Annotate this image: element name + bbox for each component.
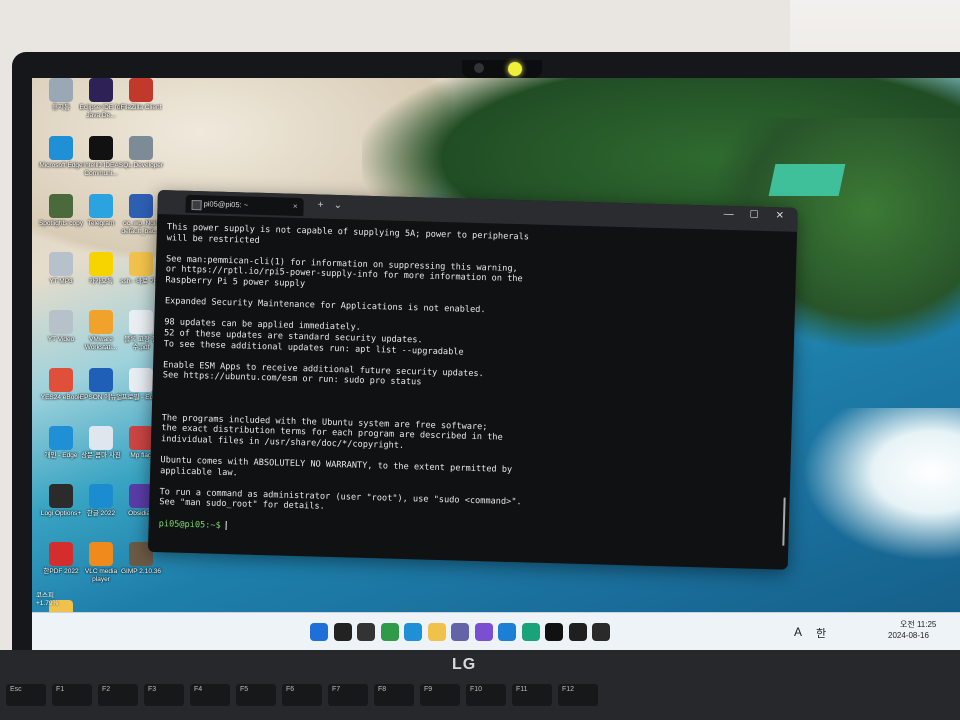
crema-icon bbox=[49, 368, 73, 392]
taskbar: A 한 오전 11:25 2024-08-16 bbox=[32, 612, 960, 653]
chatgpt-icon[interactable] bbox=[521, 623, 540, 641]
zip-icon bbox=[129, 194, 153, 218]
recycle-bin-icon bbox=[49, 78, 73, 102]
obsidian-icon[interactable] bbox=[474, 623, 493, 641]
clock-time[interactable]: 오전 11:25 bbox=[900, 619, 936, 630]
figma-icon[interactable] bbox=[568, 623, 587, 641]
stock-widget-label: 코스피 bbox=[36, 592, 54, 599]
hanpdf-icon bbox=[49, 542, 73, 566]
text-cursor bbox=[225, 520, 228, 530]
chrome-icon[interactable] bbox=[380, 623, 399, 641]
keyboard-key: F3 bbox=[144, 684, 184, 706]
gear-icon bbox=[49, 310, 73, 334]
keyboard-key: F5 bbox=[236, 684, 276, 706]
minimize-button[interactable]: — bbox=[723, 209, 733, 220]
terminal-tab[interactable]: pi05@pi05: ~ × bbox=[185, 194, 304, 217]
epson-icon bbox=[89, 368, 113, 392]
webcam-lens bbox=[474, 63, 484, 73]
keyboard-key: F8 bbox=[374, 684, 414, 706]
shell-prompt: pi05@pi05:~$ bbox=[158, 518, 227, 531]
intellij-icon bbox=[89, 136, 113, 160]
telegram-icon bbox=[89, 194, 113, 218]
desktop-icon[interactable]: SQL Developer bbox=[118, 136, 164, 170]
terminal-lines: This power supply is not capable of supp… bbox=[159, 222, 789, 536]
teams-icon[interactable] bbox=[451, 623, 469, 641]
close-tab-icon[interactable]: × bbox=[293, 198, 298, 216]
task-view-icon[interactable] bbox=[357, 623, 375, 641]
vmware-icon bbox=[89, 310, 113, 334]
edge-icon bbox=[49, 426, 73, 450]
stock-widget[interactable]: 코스피 +1.79% bbox=[36, 592, 58, 608]
windows-start-icon[interactable] bbox=[310, 623, 328, 641]
laptop-brand-logo: LG bbox=[452, 656, 477, 673]
desktop-icon-label: FileZilla Client bbox=[120, 104, 162, 111]
notion-icon[interactable] bbox=[545, 623, 563, 641]
edge-icon bbox=[49, 136, 73, 160]
webcam-indicator-light bbox=[508, 62, 522, 76]
pdf-icon bbox=[129, 310, 153, 334]
desktop-icon-label: GIMP 2.10.36 bbox=[121, 568, 161, 575]
sql-developer-icon bbox=[129, 136, 153, 160]
terminal-window[interactable]: pi05@pi05: ~ × + ⌄ — ☐ ✕ This power supp… bbox=[147, 190, 798, 570]
maximize-button[interactable]: ☐ bbox=[749, 210, 758, 221]
wallpaper-surf bbox=[792, 408, 960, 568]
filezilla-icon bbox=[129, 78, 153, 102]
terminal-tab-icon bbox=[191, 199, 202, 211]
kakaotalk-icon bbox=[89, 252, 113, 276]
keyboard-key: F6 bbox=[282, 684, 322, 706]
keyboard-key: F10 bbox=[466, 684, 506, 706]
edge-icon[interactable] bbox=[404, 623, 422, 641]
vlc-icon bbox=[89, 542, 113, 566]
keyboard-key: F4 bbox=[190, 684, 230, 706]
image-icon bbox=[89, 426, 113, 450]
vscode-icon[interactable] bbox=[498, 623, 516, 641]
eclipse-icon bbox=[89, 78, 113, 102]
wallpaper-roof bbox=[768, 164, 846, 196]
folder-icon bbox=[129, 252, 153, 276]
keyboard-key: F9 bbox=[420, 684, 460, 706]
hangul-icon bbox=[89, 484, 113, 508]
file-explorer-icon[interactable] bbox=[427, 623, 446, 641]
document-icon bbox=[129, 368, 153, 392]
gear-icon bbox=[49, 252, 73, 276]
spotlight-icon bbox=[49, 194, 73, 218]
tab-dropdown-button[interactable]: ⌄ bbox=[333, 199, 342, 213]
clock-date[interactable]: 2024-08-16 bbox=[888, 631, 929, 640]
terminal-icon[interactable] bbox=[592, 623, 610, 641]
search-icon[interactable] bbox=[333, 623, 352, 641]
laptop-keyboard: Esc F1 F2 F3 F4 F5 F6 F7 F8 F9 F10 F11 F12 bbox=[0, 650, 960, 720]
keyboard-key: F12 bbox=[558, 684, 598, 706]
input-mode-indicator[interactable]: A bbox=[794, 625, 802, 639]
keyboard-key: F7 bbox=[328, 684, 368, 706]
desktop-icon-label: SQL Developer bbox=[118, 162, 164, 169]
stock-widget-value: +1.79% bbox=[36, 600, 59, 607]
keyboard-key: F1 bbox=[52, 684, 92, 706]
terminal-tab-title: pi05@pi05: ~ bbox=[203, 199, 249, 210]
language-indicator[interactable]: 한 bbox=[816, 625, 826, 641]
flag-icon bbox=[129, 426, 153, 450]
logi-icon bbox=[49, 484, 73, 508]
keyboard-key: Esc bbox=[6, 684, 46, 706]
keyboard-key: F2 bbox=[98, 684, 138, 706]
keyboard-key: F11 bbox=[512, 684, 552, 706]
new-tab-button[interactable]: + bbox=[317, 198, 323, 212]
desktop-icon[interactable]: FileZilla Client bbox=[118, 78, 164, 112]
close-button[interactable]: ✕ bbox=[775, 210, 784, 221]
terminal-output[interactable]: This power supply is not capable of supp… bbox=[149, 214, 798, 547]
